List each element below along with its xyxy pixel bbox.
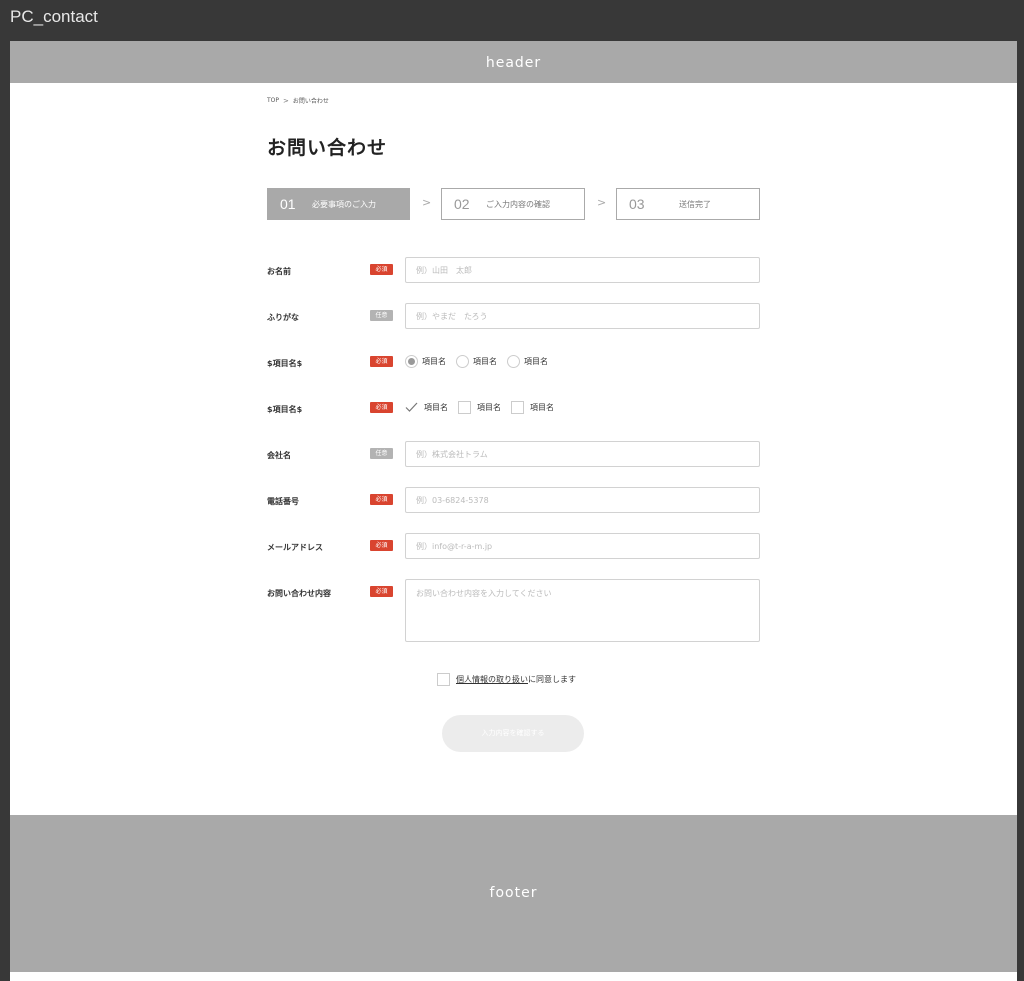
step-number: 03 <box>629 196 645 212</box>
required-badge: 必須 <box>370 402 393 413</box>
optional-badge: 任意 <box>370 448 393 459</box>
email-label: メールアドレス <box>267 543 323 552</box>
radio-group-label: $項目名$ <box>267 359 303 368</box>
breadcrumb-current: お問い合わせ <box>292 98 329 105</box>
email-input[interactable] <box>406 534 759 559</box>
chevron-right-icon: > <box>597 196 607 209</box>
radio-button[interactable] <box>507 355 520 368</box>
company-label: 会社名 <box>267 451 291 460</box>
kana-label: ふりがな <box>267 313 299 322</box>
company-field-wrapper <box>405 441 760 467</box>
step-number: 02 <box>454 196 470 212</box>
agree-checkbox[interactable] <box>437 673 450 686</box>
kana-input[interactable] <box>406 304 759 329</box>
kana-field-wrapper <box>405 303 760 329</box>
company-input[interactable] <box>406 442 759 467</box>
step-label: ご入力内容の確認 <box>486 199 550 209</box>
radio-group: 項目名 項目名 項目名 <box>405 355 558 368</box>
frame-title: PC_contact <box>10 7 98 26</box>
step-confirm: 02 ご入力内容の確認 <box>441 188 585 220</box>
step-input: 01 必要事項のご入力 <box>267 188 410 220</box>
required-badge: 必須 <box>370 264 393 275</box>
phone-input[interactable] <box>406 488 759 513</box>
radio-button[interactable] <box>405 355 418 368</box>
phone-field-wrapper <box>405 487 760 513</box>
radio-option-label: 項目名 <box>524 357 548 366</box>
checkbox-option-label: 項目名 <box>424 403 448 412</box>
agree-text: に同意します <box>528 675 576 684</box>
radio-option[interactable]: 項目名 <box>405 355 446 368</box>
checkbox-group-label: $項目名$ <box>267 405 303 414</box>
step-label: 送信完了 <box>679 199 711 209</box>
radio-option-label: 項目名 <box>422 357 446 366</box>
checkbox-group: 項目名 項目名 項目名 <box>405 401 564 414</box>
checkbox[interactable] <box>458 401 471 414</box>
inquiry-field-wrapper <box>405 579 760 642</box>
breadcrumb: TOP > お問い合わせ <box>267 96 329 106</box>
required-badge: 必須 <box>370 586 393 597</box>
step-number: 01 <box>280 196 296 212</box>
confirm-button[interactable]: 入力内容を確認する <box>442 715 584 752</box>
required-badge: 必須 <box>370 540 393 551</box>
checkbox[interactable] <box>511 401 524 414</box>
required-badge: 必須 <box>370 356 393 367</box>
chevron-right-icon: > <box>422 196 432 209</box>
checkmark-icon[interactable] <box>405 401 418 414</box>
email-field-wrapper <box>405 533 760 559</box>
name-field-wrapper <box>405 257 760 283</box>
privacy-agreement: 個人情報の取り扱い に同意します <box>437 673 576 686</box>
breadcrumb-separator-icon: > <box>283 96 289 105</box>
checkbox-option[interactable]: 項目名 <box>511 401 554 414</box>
name-label: お名前 <box>267 267 291 276</box>
breadcrumb-home-link[interactable]: TOP <box>267 97 279 104</box>
radio-button[interactable] <box>456 355 469 368</box>
step-complete: 03 送信完了 <box>616 188 760 220</box>
required-badge: 必須 <box>370 494 393 505</box>
phone-label: 電話番号 <box>267 497 299 506</box>
optional-badge: 任意 <box>370 310 393 321</box>
page-title: お問い合わせ <box>267 137 388 159</box>
inquiry-textarea[interactable] <box>406 580 759 641</box>
privacy-policy-link[interactable]: 個人情報の取り扱い <box>456 674 528 685</box>
checkbox-option-label: 項目名 <box>477 403 501 412</box>
radio-option[interactable]: 項目名 <box>456 355 497 368</box>
site-header: header <box>10 41 1017 83</box>
site-footer: footer <box>10 815 1017 972</box>
name-input[interactable] <box>406 258 759 283</box>
progress-steps: 01 必要事項のご入力 > 02 ご入力内容の確認 > 03 送信完了 <box>267 188 760 220</box>
artboard: header TOP > お問い合わせ お問い合わせ 01 必要事項のご入力 >… <box>10 41 1017 981</box>
checkbox-option[interactable]: 項目名 <box>405 401 448 414</box>
radio-option-label: 項目名 <box>473 357 497 366</box>
radio-option[interactable]: 項目名 <box>507 355 548 368</box>
checkbox-option-label: 項目名 <box>530 403 554 412</box>
inquiry-label: お問い合わせ内容 <box>267 589 331 598</box>
step-label: 必要事項のご入力 <box>312 199 376 209</box>
checkbox-option[interactable]: 項目名 <box>458 401 501 414</box>
